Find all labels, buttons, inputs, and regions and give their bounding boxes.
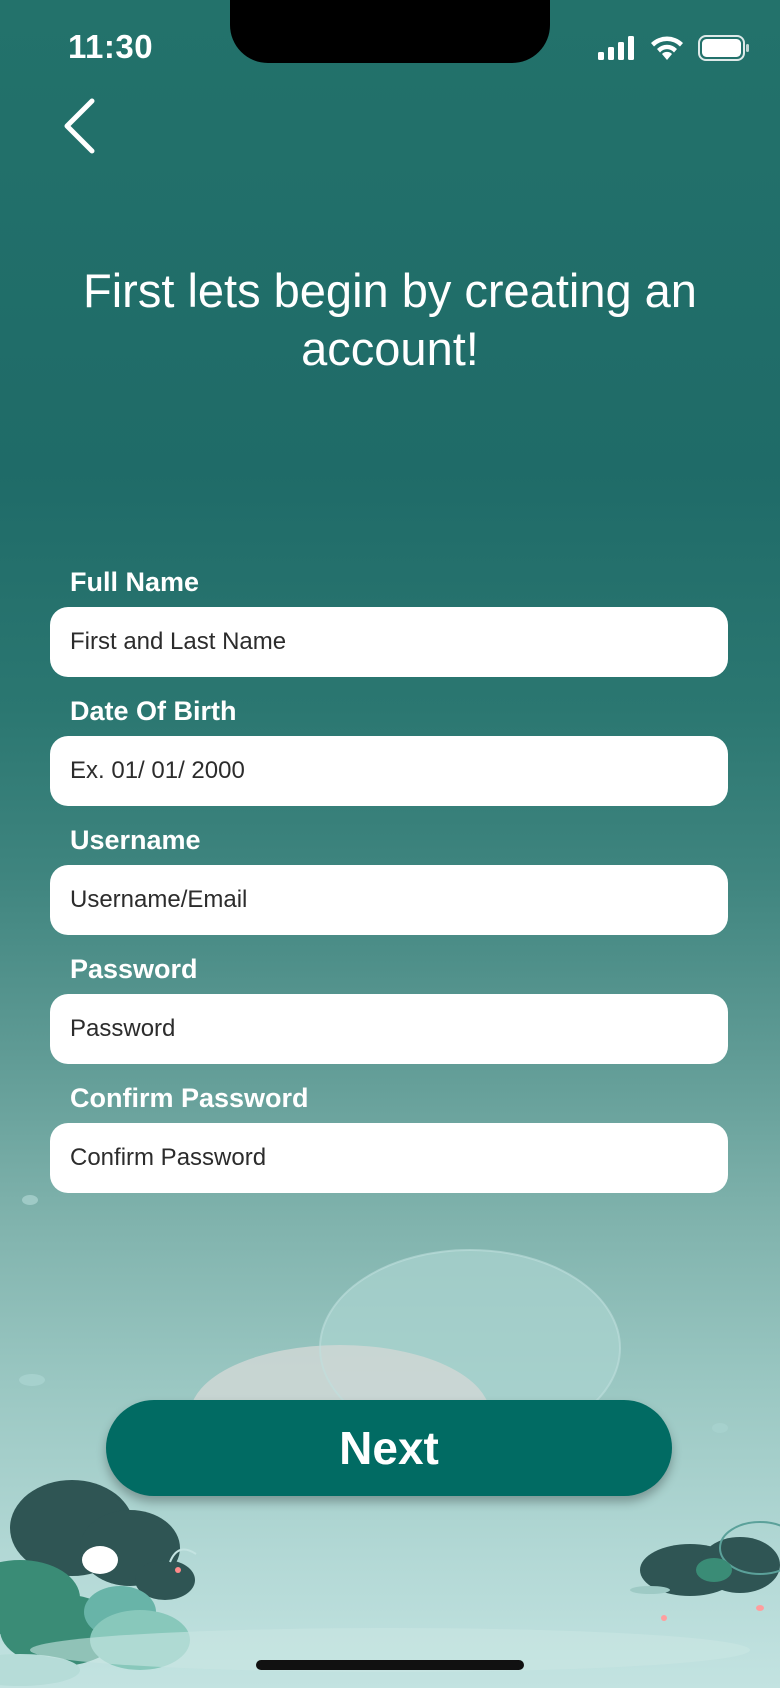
- page-title: First lets begin by creating an account!: [83, 264, 697, 375]
- password-field: Password: [50, 953, 728, 1064]
- full-name-field: Full Name: [50, 566, 728, 677]
- status-icons: [598, 34, 750, 62]
- next-button[interactable]: Next: [106, 1400, 672, 1496]
- confirm-password-label: Confirm Password: [70, 1083, 309, 1113]
- status-time: 11:30: [68, 28, 154, 65]
- password-label: Password: [70, 954, 198, 984]
- confirm-password-input[interactable]: [50, 1123, 728, 1193]
- battery-icon: [698, 35, 749, 61]
- date-of-birth-field: Date Of Birth: [50, 695, 728, 806]
- signup-form: Full Name Date Of Birth Username Passwor…: [50, 566, 728, 1211]
- username-field: Username: [50, 824, 728, 935]
- date-of-birth-input[interactable]: [50, 736, 728, 806]
- cellular-signal-icon: [598, 36, 634, 60]
- chevron-left-icon: [64, 98, 95, 154]
- username-label: Username: [70, 825, 201, 855]
- device-notch: [230, 0, 550, 63]
- username-input[interactable]: [50, 865, 728, 935]
- signup-screen: 11:30 First lets begin by creating an ac…: [0, 0, 780, 1688]
- home-indicator: [256, 1660, 524, 1670]
- back-button[interactable]: [54, 94, 104, 158]
- date-of-birth-label: Date Of Birth: [70, 696, 237, 726]
- password-input[interactable]: [50, 994, 728, 1064]
- wifi-icon: [651, 36, 683, 60]
- confirm-password-field: Confirm Password: [50, 1082, 728, 1193]
- full-name-input[interactable]: [50, 607, 728, 677]
- full-name-label: Full Name: [70, 567, 200, 597]
